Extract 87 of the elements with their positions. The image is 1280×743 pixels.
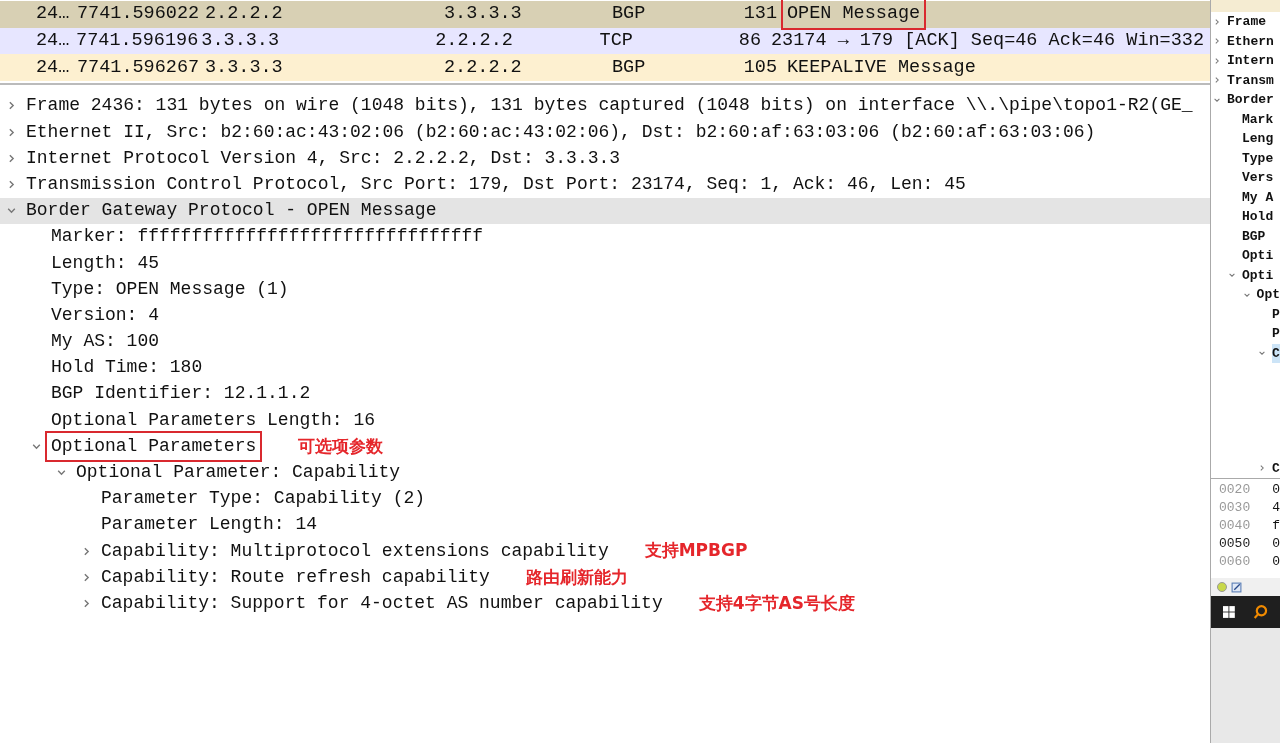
table-cell-text: 2.2.2.2 — [435, 29, 514, 53]
tree-item-label[interactable]: Optional Parameters — [45, 430, 263, 462]
table-cell-text: 2.2.2.2 — [444, 55, 523, 80]
annotation-text: 路由刷新能力 — [525, 565, 628, 589]
tree-item-label[interactable]: C — [1272, 458, 1280, 478]
tree-row[interactable]: Border Gateway Protocol - OPEN Message — [0, 197, 1210, 224]
table-cell-text: 131 — [742, 2, 777, 27]
chevron-down-icon[interactable] — [1228, 271, 1236, 280]
table-cell-text: 86 — [737, 29, 761, 53]
tree-item-label[interactable]: P — [1272, 324, 1280, 344]
tree-item-label[interactable]: Vers — [1242, 168, 1274, 188]
tree-item-label[interactable]: My AS: 100 — [51, 328, 160, 356]
table-cell-text: 3.3.3.3 — [444, 2, 523, 27]
chevron-right-icon[interactable] — [1213, 37, 1221, 46]
annotation-text: 支持MPBGP — [644, 539, 748, 563]
tree-item-label[interactable]: Transm — [1227, 70, 1274, 90]
tree-row[interactable]: Transmission Control Protocol, Src Port: 179, Dst Port: 23174, Seq: 1, Ack: 46, Len: 45 — [0, 171, 1210, 198]
annotation-text: 支持4字节AS号长度 — [698, 591, 855, 615]
tree-item-label[interactable]: Border — [1227, 90, 1274, 110]
tree-item-label[interactable]: Opti — [1242, 265, 1274, 285]
tree-item-label[interactable]: Capability: Support for 4-octet AS number capability — [101, 589, 663, 617]
chevron-right-icon[interactable] — [1213, 17, 1221, 26]
tree-item-label[interactable]: Intern — [1227, 51, 1274, 71]
tree-item-label[interactable]: BGP Identifier: 12.1.1.2 — [51, 380, 311, 408]
tree-item-label[interactable]: Hold — [1242, 207, 1274, 227]
table-cell-text: 7741.596022 — [77, 2, 201, 27]
tree-item-label[interactable]: Transmission Control Protocol, Src Port: 179, Dst Port: 23174, Seq: 1, Ack: 46, Len: 45 — [26, 170, 966, 198]
tree-item-label[interactable]: Optional Parameter: Capability — [76, 459, 401, 486]
table-cell-text: 3.3.3.3 — [205, 55, 284, 80]
tree-item-label[interactable]: Hold Time: 180 — [51, 354, 203, 382]
tree-row[interactable]: Internet Protocol Version 4, Src: 2.2.2.2, Dst: 3.3.3.3 — [0, 145, 1210, 172]
tree-item-label[interactable]: Type: OPEN Message (1) — [51, 275, 289, 303]
window-top-edge — [1211, 0, 1280, 12]
hex-byte: 4 — [1272, 499, 1280, 518]
tree-item-label[interactable]: Border Gateway Protocol - OPEN Message — [26, 197, 437, 225]
tree-item-label[interactable]: Leng — [1242, 129, 1274, 149]
chevron-right-icon[interactable] — [1213, 56, 1221, 65]
table-cell-text: BGP — [612, 2, 647, 27]
table-cell-text: TCP — [599, 29, 634, 53]
hex-offset: 0050 — [1219, 535, 1252, 554]
tree-item-label[interactable]: Parameter Length: 14 — [101, 511, 318, 539]
table-cell-text: 2.2.2.2 — [205, 2, 284, 27]
hex-byte: 0 — [1272, 553, 1280, 572]
packet-row[interactable]: 24… 7741.596196 3.3.3.3 2.2.2.2 TCP 86 23174 → 179 [ACK] Seq=46 Ack=46 Win=332 — [0, 27, 1210, 55]
tree-item-label[interactable]: Length: 45 — [51, 249, 160, 277]
tree-item-label[interactable]: Type — [1242, 148, 1274, 168]
hex-byte: f — [1272, 517, 1280, 536]
notepad-icon[interactable] — [1231, 581, 1242, 593]
tree-item-label[interactable]: P — [1272, 304, 1280, 324]
annotation-text: 可选项参数 — [298, 434, 384, 458]
search-icon[interactable] — [1252, 603, 1268, 621]
tree-item-label[interactable]: Frame — [1227, 12, 1266, 32]
table-cell-text: KEEPALIVE Message — [786, 55, 977, 80]
tree-item-label[interactable]: Ethern — [1227, 31, 1274, 51]
tree-item-label[interactable]: C — [1272, 343, 1280, 363]
table-cell-text: 24… — [36, 29, 71, 53]
table-cell-text: 23174 → 179 [ACK] Seq=46 Ack=46 Win=332 — [770, 29, 1205, 53]
tree-item-label[interactable]: Mark — [1242, 109, 1274, 129]
table-cell-text: 7741.596196 — [76, 29, 200, 53]
hex-offset: 0030 — [1219, 499, 1252, 518]
chevron-right-icon[interactable] — [1213, 76, 1221, 85]
chevron-right-icon[interactable] — [1258, 464, 1266, 473]
tree-item-label[interactable]: Marker: ffffffffffffffffffffffffffffffff — [51, 223, 484, 251]
table-cell-text: 24… — [36, 2, 71, 27]
hex-offset: 0020 — [1219, 481, 1252, 500]
tree-item-label[interactable]: My A — [1242, 187, 1274, 207]
table-cell-text: 7741.596267 — [77, 55, 201, 80]
table-cell-text: BGP — [612, 55, 647, 80]
hex-offset: 0060 — [1219, 553, 1252, 572]
chevron-down-icon[interactable] — [1258, 349, 1266, 358]
tree-item-label[interactable]: Internet Protocol Version 4, Src: 2.2.2.2, Dst: 3.3.3.3 — [26, 144, 621, 172]
tree-item-label[interactable]: Opt — [1256, 285, 1280, 305]
tree-item-label[interactable]: Capability: Multiprotocol extensions capability — [101, 537, 609, 565]
packet-row[interactable]: 24… 7741.596022 2.2.2.2 3.3.3.3 BGP 131 OPEN Message — [0, 1, 1210, 28]
hex-byte: 0 — [1272, 481, 1280, 500]
table-cell-text: 3.3.3.3 — [201, 29, 281, 53]
tree-item-label[interactable]: Parameter Type: Capability (2) — [101, 485, 426, 513]
hex-offset: 0040 — [1219, 517, 1252, 536]
windows-start-icon[interactable] — [1223, 605, 1235, 619]
hex-byte: 0 — [1272, 535, 1280, 554]
packet-row[interactable]: 24… 7741.596267 3.3.3.3 2.2.2.2 BGP 105 KEEPALIVE Message — [0, 54, 1210, 81]
table-cell-text: 24… — [36, 55, 71, 80]
tree-item-label[interactable]: Opti — [1242, 246, 1274, 266]
tree-item-label[interactable]: Version: 4 — [51, 301, 160, 329]
tree-item-label[interactable]: BGP — [1242, 226, 1266, 246]
table-cell-text: 105 — [742, 55, 777, 80]
tree-item-label[interactable]: Capability: Route refresh capability — [101, 563, 490, 591]
